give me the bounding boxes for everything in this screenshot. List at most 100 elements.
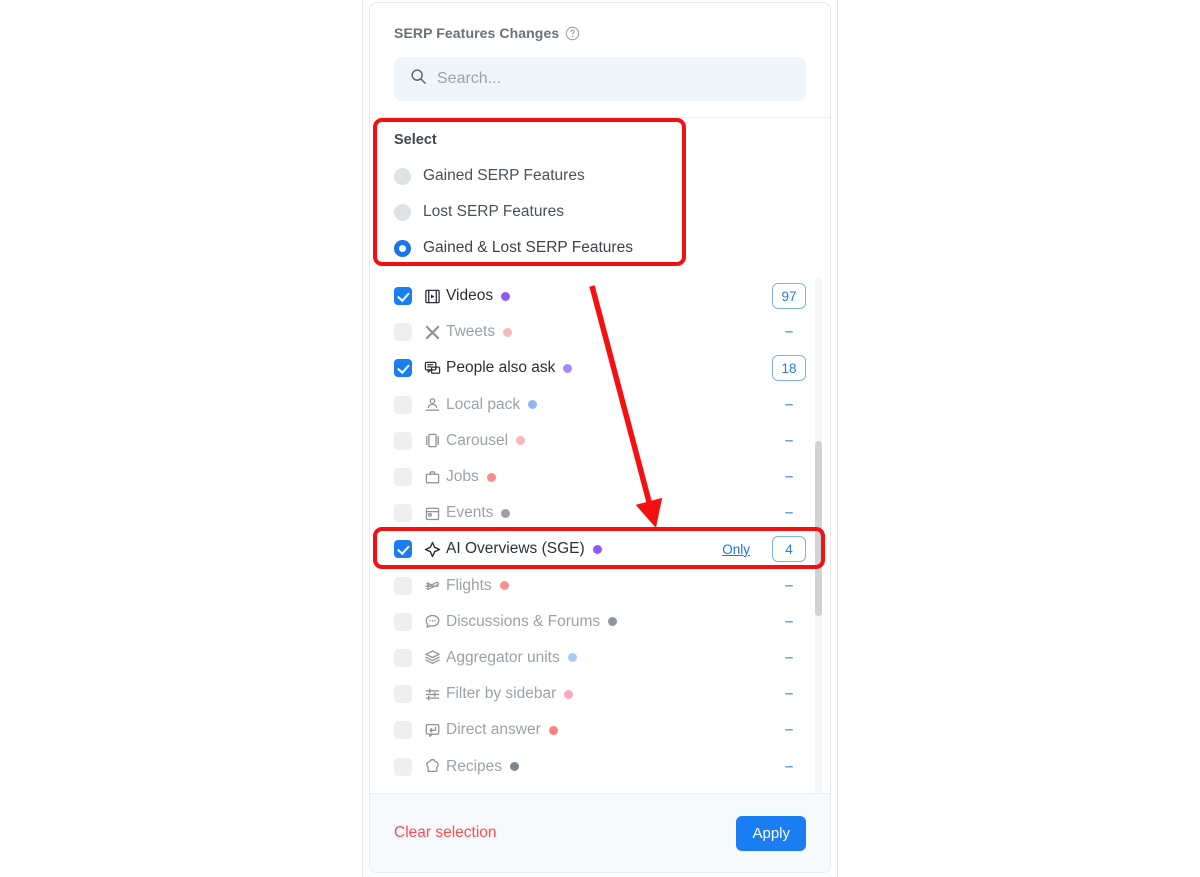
feature-label: Carousel bbox=[446, 431, 509, 449]
feature-list: Videos 97 Tweets – People also ask 18 Local pa… bbox=[370, 278, 830, 793]
feature-checkbox[interactable] bbox=[394, 504, 412, 523]
feature-color-dot bbox=[528, 400, 538, 410]
radio-option-label: Lost SERP Features bbox=[423, 203, 565, 220]
feature-color-dot bbox=[608, 617, 618, 627]
feature-label: Events bbox=[446, 504, 494, 522]
feature-label: Tweets bbox=[446, 323, 496, 341]
feature-row[interactable]: Videos 97 bbox=[394, 278, 806, 314]
chat-dots-icon bbox=[424, 613, 441, 630]
radio-option-label: Gained & Lost SERP Features bbox=[423, 239, 633, 256]
feature-checkbox[interactable] bbox=[394, 757, 412, 776]
radio-option-0[interactable]: Gained SERP Features bbox=[394, 158, 806, 194]
feature-color-dot bbox=[548, 725, 558, 735]
serp-features-filter-panel: SERP Features Changes Search... Select G… bbox=[362, 0, 838, 877]
feature-label: Aggregator units bbox=[446, 648, 560, 666]
carousel-icon bbox=[424, 432, 441, 449]
radio-option-1[interactable]: Lost SERP Features bbox=[394, 194, 806, 230]
panel-body: SERP Features Changes Search... Select G… bbox=[369, 2, 831, 873]
feature-row[interactable]: Direct answer – bbox=[394, 712, 806, 748]
feature-count-empty: – bbox=[784, 757, 794, 775]
feature-row[interactable]: Discussions & Forums – bbox=[394, 604, 806, 640]
question-circle-icon[interactable] bbox=[565, 26, 580, 41]
feature-label: AI Overviews (SGE) bbox=[446, 540, 585, 558]
feature-count-empty: – bbox=[784, 431, 794, 449]
radio-indicator[interactable] bbox=[394, 203, 411, 221]
x-twitter-icon bbox=[424, 324, 441, 341]
panel-footer: Clear selection Apply bbox=[370, 794, 830, 872]
radio-indicator[interactable] bbox=[394, 239, 411, 257]
radio-option-label: Gained SERP Features bbox=[423, 167, 585, 184]
feature-label: People also ask bbox=[446, 359, 556, 377]
radio-options-list: Gained SERP Features Lost SERP Features Ga… bbox=[394, 158, 806, 266]
feature-count-badge: 4 bbox=[772, 536, 806, 563]
video-player-icon bbox=[424, 288, 441, 305]
feature-color-dot bbox=[567, 653, 577, 663]
feature-checkbox[interactable] bbox=[394, 685, 412, 704]
select-radio-group: Select Gained SERP Features Lost SERP Fea… bbox=[370, 118, 830, 278]
feature-row[interactable]: Local pack – bbox=[394, 387, 806, 423]
feature-count-empty: – bbox=[784, 395, 794, 413]
search-input[interactable]: Search... bbox=[394, 57, 806, 101]
feature-checkbox[interactable] bbox=[394, 721, 412, 740]
feature-label: Discussions & Forums bbox=[446, 612, 601, 630]
feature-label: Flights bbox=[446, 576, 492, 594]
feature-row[interactable]: Filter by sidebar – bbox=[394, 676, 806, 712]
clear-selection-link[interactable]: Clear selection bbox=[394, 824, 497, 842]
feature-row[interactable]: Events – bbox=[394, 495, 806, 531]
feature-checkbox[interactable] bbox=[394, 468, 412, 487]
feature-checkbox[interactable] bbox=[394, 359, 412, 378]
feature-checkbox[interactable] bbox=[394, 431, 412, 450]
radio-option-2[interactable]: Gained & Lost SERP Features bbox=[394, 230, 806, 266]
feature-row[interactable]: AI Overviews (SGE) Only 4 bbox=[394, 531, 806, 567]
feature-checkbox[interactable] bbox=[394, 323, 412, 342]
answer-box-icon bbox=[424, 722, 441, 739]
feature-color-dot bbox=[516, 436, 526, 446]
only-link[interactable]: Only bbox=[722, 542, 750, 557]
feature-row[interactable]: Aggregator units – bbox=[394, 640, 806, 676]
feature-label: Jobs bbox=[446, 468, 479, 486]
feature-count-empty: – bbox=[784, 504, 794, 522]
briefcase-icon bbox=[424, 469, 441, 486]
feature-color-dot bbox=[564, 689, 574, 699]
feature-row[interactable]: Carousel – bbox=[394, 423, 806, 459]
search-icon bbox=[410, 68, 427, 90]
feature-row[interactable]: Recipes – bbox=[394, 748, 806, 784]
speech-bubbles-icon bbox=[424, 360, 441, 377]
feature-checkbox[interactable] bbox=[394, 540, 412, 559]
search-placeholder: Search... bbox=[437, 70, 502, 87]
radio-indicator[interactable] bbox=[394, 167, 411, 185]
feature-color-dot bbox=[499, 581, 509, 591]
feature-row[interactable]: Tweets – bbox=[394, 314, 806, 350]
feature-count-empty: – bbox=[784, 576, 794, 594]
feature-checkbox[interactable] bbox=[394, 648, 412, 667]
feature-label: Recipes bbox=[446, 757, 502, 775]
sliders-icon bbox=[424, 686, 441, 703]
select-group-title: Select bbox=[394, 132, 437, 148]
feature-count-badge: 97 bbox=[772, 283, 806, 310]
feature-count-empty: – bbox=[784, 721, 794, 739]
feature-checkbox[interactable] bbox=[394, 612, 412, 631]
feature-checkbox[interactable] bbox=[394, 576, 412, 595]
sparkle-diamond-icon bbox=[424, 541, 441, 558]
header-title-row: SERP Features Changes bbox=[394, 25, 806, 41]
feature-checkbox[interactable] bbox=[394, 287, 412, 306]
feature-color-dot bbox=[503, 327, 513, 337]
feature-color-dot bbox=[486, 472, 496, 482]
feature-count-empty: – bbox=[784, 468, 794, 486]
map-pin-person-icon bbox=[424, 396, 441, 413]
feature-row[interactable]: Jobs – bbox=[394, 459, 806, 495]
airplane-icon bbox=[424, 577, 441, 594]
feature-row[interactable]: Flights – bbox=[394, 568, 806, 604]
calendar-icon bbox=[424, 505, 441, 522]
chef-hat-icon bbox=[424, 758, 441, 775]
apply-button[interactable]: Apply bbox=[736, 815, 806, 851]
feature-color-dot bbox=[563, 363, 573, 373]
feature-row[interactable]: People also ask 18 bbox=[394, 350, 806, 386]
feature-color-dot bbox=[510, 762, 519, 772]
scrollbar-thumb[interactable] bbox=[815, 441, 822, 616]
panel-header: SERP Features Changes Search... bbox=[370, 3, 830, 118]
feature-checkbox[interactable] bbox=[394, 395, 412, 414]
feature-label: Direct answer bbox=[446, 721, 541, 739]
feature-count-empty: – bbox=[784, 612, 794, 630]
feature-color-dot bbox=[592, 544, 602, 554]
